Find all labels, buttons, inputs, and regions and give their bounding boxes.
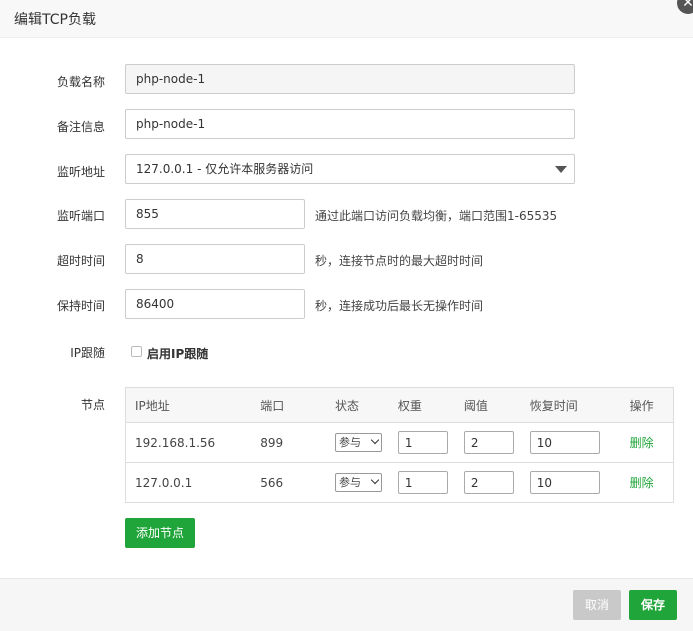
- node-weight-input[interactable]: [397, 431, 448, 454]
- dialog-titlebar: 编辑TCP负载: [0, 0, 693, 38]
- table-row: 127.0.0.1 566 参与 删除: [126, 463, 674, 503]
- timeout-hint: 秒，连接节点时的最大超时时间: [315, 254, 484, 268]
- listen-port-hint: 通过此端口访问负载均衡，端口范围1-65535: [315, 209, 558, 223]
- ip-follow-checkbox-label[interactable]: 启用IP跟随: [147, 345, 208, 362]
- chevron-down-icon: [555, 166, 567, 173]
- node-ip: 192.168.1.56: [125, 422, 261, 463]
- table-header-row: IP地址 端口 状态 权重 阈值 恢复时间 操作: [125, 387, 674, 423]
- listen-port-input[interactable]: [125, 199, 305, 229]
- col-weight: 权重: [397, 387, 464, 423]
- node-status-value: 参与: [339, 436, 361, 449]
- timeout-label: 超时时间: [56, 254, 105, 268]
- nodes-label: 节点: [80, 398, 105, 412]
- dialog-footer: 取消 保存: [0, 578, 693, 631]
- chevron-down-icon: [370, 435, 380, 445]
- nodes-table: IP地址 端口 状态 权重 阈值 恢复时间 操作 192.168.1.56 89…: [125, 387, 674, 503]
- cancel-button[interactable]: 取消: [573, 590, 621, 620]
- node-status-select[interactable]: 参与: [335, 473, 382, 492]
- node-recover-input[interactable]: [529, 471, 600, 494]
- save-button[interactable]: 保存: [629, 590, 677, 620]
- remark-input[interactable]: [125, 109, 575, 139]
- listen-address-value: 127.0.0.1 - 仅允许本服务器访问: [136, 162, 314, 176]
- col-recover-time: 恢复时间: [529, 387, 630, 423]
- node-weight-input[interactable]: [397, 471, 448, 494]
- remark-label: 备注信息: [56, 120, 105, 134]
- add-node-button[interactable]: 添加节点: [125, 518, 195, 548]
- node-status-value: 参与: [339, 476, 361, 489]
- node-threshold-input[interactable]: [463, 431, 514, 454]
- listen-address-select[interactable]: 127.0.0.1 - 仅允许本服务器访问: [125, 154, 575, 184]
- dialog-title: 编辑TCP负载: [14, 12, 96, 28]
- ip-follow-label: IP跟随: [70, 346, 105, 360]
- keepalive-label: 保持时间: [56, 299, 105, 313]
- col-status: 状态: [335, 387, 398, 423]
- edit-tcp-load-dialog: 编辑TCP负载 ✕ 负载名称 备注信息 监听地址 127.0.0.1 - 仅允许…: [0, 0, 693, 631]
- listen-address-label: 监听地址: [56, 165, 105, 179]
- load-name-input[interactable]: [125, 64, 575, 94]
- col-ip: IP地址: [125, 387, 261, 423]
- ip-follow-checkbox[interactable]: [131, 346, 142, 357]
- timeout-input[interactable]: [125, 244, 305, 274]
- delete-node-link[interactable]: 删除: [630, 476, 654, 490]
- node-threshold-input[interactable]: [463, 471, 514, 494]
- delete-node-link[interactable]: 删除: [630, 436, 654, 450]
- name-label: 负载名称: [56, 75, 105, 89]
- keepalive-hint: 秒，连接成功后最长无操作时间: [315, 299, 484, 313]
- node-recover-input[interactable]: [529, 431, 600, 454]
- col-port: 端口: [260, 387, 335, 423]
- listen-port-label: 监听端口: [56, 209, 105, 223]
- col-threshold: 阈值: [463, 387, 530, 423]
- node-ip: 127.0.0.1: [135, 475, 193, 490]
- node-port: 899: [260, 422, 335, 463]
- keepalive-input[interactable]: [125, 289, 305, 319]
- chevron-down-icon: [370, 475, 380, 485]
- table-row: 192.168.1.56 899 参与 删除: [125, 422, 674, 463]
- node-status-select[interactable]: 参与: [335, 433, 382, 452]
- node-port: 566: [260, 475, 284, 490]
- col-action: 操作: [629, 387, 674, 423]
